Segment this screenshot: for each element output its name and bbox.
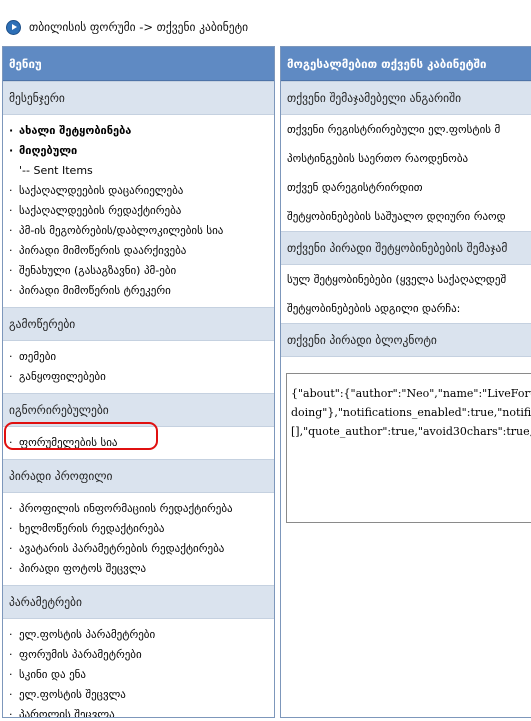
- registered-row: თქვენ დარეგისტრირდით: [287, 181, 423, 194]
- menu-item-archive-pm[interactable]: · პირადი მიმოწერის დაარქივება: [9, 241, 274, 261]
- menu-item-skin-language[interactable]: · სკინი და ენა: [9, 665, 274, 685]
- menu-item-edit-folders[interactable]: · საქაღალდეების რედაქტირება: [9, 201, 274, 221]
- cabinet-panel: მოგესალმებით თქვენს კაბინეტში თქვენი შემ…: [280, 46, 531, 718]
- messenger-list: · ახალი შეტყობინება · მიღებული '-- Sent It…: [3, 115, 274, 307]
- menu-panel: მენიუ მესენჯერი · ახალი შეტყობინება · მიღე…: [2, 46, 275, 718]
- highlight-circle: [4, 422, 158, 450]
- menu-item-pm-friends-blocked[interactable]: · პმ-ის მეგობრების/დაბლოკილების სია: [9, 221, 274, 241]
- section-subscriptions-header: გამოწერები: [3, 307, 274, 341]
- menu-item-forum-settings[interactable]: · ფორუმის პარამეტრები: [9, 645, 274, 665]
- account-summary-header: თქვენი შემაჯამებელი ანგარიში: [281, 81, 531, 115]
- notepad-header: თქვენი პირადი ბლოკნოტი: [281, 323, 531, 357]
- menu-item-forums[interactable]: · განყოფილებები: [9, 367, 274, 387]
- menu-item-email-settings[interactable]: · ელ.ფოსტის პარამეტრები: [9, 625, 274, 645]
- forum-nav-icon: [6, 19, 21, 35]
- all-messages-row: სულ შეტყობინებები (ყველა საქაღალდეშ: [287, 273, 507, 286]
- menu-item-saved-pm[interactable]: · შენახული (გასაგზავნი) პმ-ები: [9, 261, 274, 281]
- menu-item-edit-profile[interactable]: · პროფილის ინფორმაციის რედაქტირება: [9, 499, 274, 519]
- menu-item-change-password[interactable]: · პაროლის შეცვლა: [9, 705, 274, 717]
- daily-average-row: შეტყობინებების საშუალო დღიური რაოდ: [287, 210, 506, 223]
- email-row: თქვენი რეგისტრირებული ელ.ფოსტის მ: [287, 123, 501, 136]
- pm-summary-header: თქვენი პირადი შეტყობინებების შემაჯამ: [281, 231, 531, 265]
- posts-count-row: პოსტინგების საერთო რაოდენობა: [287, 152, 469, 165]
- menu-item-topics[interactable]: · თემები: [9, 347, 274, 367]
- subscriptions-list: · თემები · განყოფილებები: [3, 341, 274, 393]
- menu-title: მენიუ: [3, 47, 274, 81]
- menu-item-sent-items[interactable]: '-- Sent Items: [9, 161, 274, 181]
- menu-item-new-message[interactable]: · ახალი შეტყობინება: [9, 121, 274, 141]
- menu-item-edit-signature[interactable]: · ხელმოწერის რედაქტირება: [9, 519, 274, 539]
- section-settings-header: პარამეტრები: [3, 585, 274, 619]
- space-left-row: შეტყობინებების ადგილი დარჩა:: [287, 302, 461, 315]
- section-profile-header: პირადი პროფილი: [3, 459, 274, 493]
- profile-list: · პროფილის ინფორმაციის რედაქტირება · ხელმო…: [3, 493, 274, 585]
- menu-item-change-email[interactable]: · ელ.ფოსტის შეცვლა: [9, 685, 274, 705]
- section-messenger-header: მესენჯერი: [3, 81, 274, 115]
- settings-list: · ელ.ფოსტის პარამეტრები · ფორუმის პარამეტრ…: [3, 619, 274, 717]
- notepad-textarea[interactable]: {"about":{"author":"Neo","name":"LiveFor…: [286, 373, 531, 523]
- menu-item-change-photo[interactable]: · პირადი ფოტოს შეცვლა: [9, 559, 274, 579]
- menu-item-empty-folders[interactable]: · საქაღალდეების დაცარიელება: [9, 181, 274, 201]
- breadcrumb-link[interactable]: თბილისის ფორუმი -> თქვენი კაბინეტი: [29, 20, 248, 34]
- breadcrumb: თბილისის ფორუმი -> თქვენი კაბინეტი: [6, 18, 248, 36]
- cabinet-title: მოგესალმებით თქვენს კაბინეტში: [281, 47, 531, 81]
- menu-item-pm-tracker[interactable]: · პირადი მიმოწერის ტრეკერი: [9, 281, 274, 301]
- menu-item-inbox[interactable]: · მიღებული: [9, 141, 274, 161]
- menu-item-avatar-settings[interactable]: · ავატარის პარამეტრების რედაქტირება: [9, 539, 274, 559]
